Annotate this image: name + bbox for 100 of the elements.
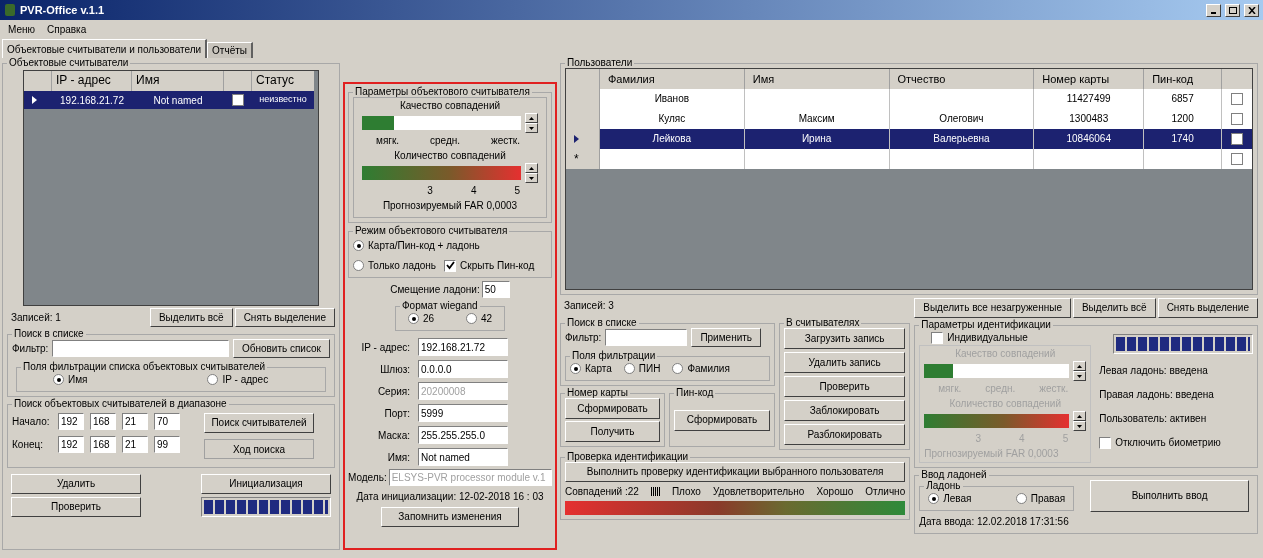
text-field[interactable]: 21 (122, 436, 148, 453)
radio-button[interactable] (408, 313, 419, 324)
push-button[interactable]: Выполнить проверку идентификации выбранного пользователя (565, 462, 906, 482)
checkbox[interactable] (232, 94, 244, 106)
table-row[interactable]: 192.168.21.72 Not named неизвестно (24, 91, 314, 109)
tick-label: мягк. (376, 134, 400, 148)
radio-button[interactable] (465, 313, 477, 324)
window-title: PVR-Office v.1.1 (20, 2, 106, 18)
spin-down-button[interactable] (525, 173, 538, 183)
group-title: Поля фильтрации списка объектовых считывателей (22, 362, 267, 372)
group-title: Объектовые считыватели (8, 58, 130, 68)
text-field[interactable]: 255.255.255.0 (418, 426, 508, 444)
push-button[interactable]: Инициализация (201, 474, 331, 494)
push-button[interactable]: Запомнить изменения (381, 507, 519, 527)
text-field[interactable]: 21 (122, 413, 148, 430)
tab[interactable]: Отчёты (207, 42, 253, 58)
checkbox[interactable] (1231, 133, 1243, 145)
text-field[interactable] (52, 340, 229, 357)
spin-down-button[interactable] (525, 123, 538, 133)
push-button[interactable]: Применить (691, 328, 762, 347)
push-button[interactable]: Выделить всё (149, 308, 233, 327)
checkbox[interactable] (1231, 93, 1243, 105)
text-field[interactable]: 168 (90, 436, 116, 453)
up-arrow-icon (1077, 414, 1083, 418)
group-title: В считывателях (785, 318, 861, 328)
push-button[interactable]: Выделить всё (1072, 298, 1156, 318)
table-row[interactable]: Куляс Максим Олегович 1300483 1200 (566, 109, 1252, 129)
push-button[interactable]: Загрузить запись (784, 328, 906, 349)
label-text: Дата ввода: 12.02.2018 17:31:56 (919, 515, 1070, 529)
label-text: Фильтр: (12, 342, 49, 356)
radio-label: Левая (943, 492, 972, 506)
push-button[interactable]: Снять выделение (234, 308, 335, 327)
scale-label: Хорошо (816, 485, 854, 499)
radio-button[interactable] (1015, 493, 1027, 504)
close-button[interactable] (1244, 3, 1259, 17)
group-title: Проверка идентификации (566, 452, 690, 462)
minimize-button[interactable] (1206, 3, 1221, 17)
group-title: Ввод ладоней (920, 470, 988, 480)
maximize-button[interactable] (1225, 3, 1240, 17)
tick-label: жестк. (491, 134, 520, 148)
radio-button[interactable] (53, 374, 64, 385)
push-button[interactable]: Удалить запись (784, 352, 906, 373)
text-field[interactable] (605, 329, 688, 346)
menu-item[interactable]: Меню (8, 21, 36, 37)
group-title: Ладонь (925, 481, 962, 491)
group-title: Поиск в списке (566, 318, 638, 328)
push-button[interactable]: Разблокировать (784, 424, 906, 445)
label-text: Количество совпадений (393, 149, 507, 163)
text-field[interactable]: 192.168.21.72 (418, 338, 508, 356)
up-arrow-icon (1077, 364, 1083, 368)
push-button[interactable]: Заблокировать (784, 400, 906, 421)
text-field[interactable]: 0.0.0.0 (418, 360, 508, 378)
radio-button[interactable] (207, 374, 219, 385)
down-arrow-icon (529, 126, 534, 130)
row-pointer-icon (32, 96, 37, 104)
checkbox-label: Отключить биометрию (1115, 436, 1221, 450)
push-button[interactable]: Удалить (11, 474, 141, 494)
push-button[interactable]: Обновить список (232, 339, 330, 358)
text-field[interactable]: 168 (90, 413, 116, 430)
text-field[interactable]: 70 (154, 413, 180, 430)
tick-label: средн. (430, 134, 461, 148)
text-field[interactable]: 192 (58, 413, 84, 430)
radio-button[interactable] (570, 363, 581, 374)
push-button[interactable]: Получить (565, 421, 660, 442)
push-button[interactable]: Снять выделение (1157, 298, 1258, 318)
table-row[interactable]: Лейкова Ирина Валерьевна 10846064 1740 (566, 129, 1252, 149)
record-count: Записей: 3 (563, 299, 615, 313)
down-arrow-icon (1077, 424, 1083, 428)
group-title: Параметры идентификации (920, 320, 1052, 330)
text-field[interactable]: 192 (58, 436, 84, 453)
radio-label: 26 (423, 312, 435, 326)
push-button[interactable]: Выделить все незагруженные (914, 298, 1071, 318)
spin-up-button[interactable] (525, 163, 538, 173)
checkbox[interactable] (1231, 153, 1243, 165)
checkbox[interactable] (444, 259, 457, 272)
text-field[interactable]: 50 (481, 281, 510, 298)
text-field[interactable]: 99 (154, 436, 180, 453)
radio-label: Карта/Пин-код + ладонь (368, 239, 480, 253)
spin-up-button[interactable] (525, 113, 538, 123)
maximize-icon (1228, 6, 1237, 14)
radio-button[interactable] (353, 240, 364, 251)
push-button[interactable]: Сформировать (565, 398, 660, 419)
table-row[interactable]: Иванов 11427499 6857 (566, 89, 1252, 109)
tab[interactable]: Объектовые считыватели и пользователи (2, 39, 208, 58)
menu-item[interactable]: Справка (47, 21, 87, 37)
radio-button[interactable] (672, 363, 684, 374)
table-cell-text: 192.168.21.72 (59, 93, 125, 108)
checkbox[interactable] (1231, 113, 1243, 125)
radio-button[interactable] (623, 363, 635, 374)
text-field[interactable]: 5999 (418, 404, 508, 422)
push-button[interactable]: Поиск считывателей (204, 413, 314, 433)
radio-button[interactable] (928, 493, 940, 504)
status-text: Правая ладонь: введена (1099, 388, 1215, 402)
text-field[interactable]: Not named (418, 448, 508, 466)
push-button[interactable]: Проверить (784, 376, 906, 397)
push-button[interactable]: Сформировать (674, 409, 770, 431)
down-arrow-icon (1077, 374, 1083, 378)
push-button[interactable]: Выполнить ввод (1090, 480, 1249, 512)
push-button[interactable]: Проверить (11, 497, 141, 517)
radio-button[interactable] (353, 260, 364, 271)
